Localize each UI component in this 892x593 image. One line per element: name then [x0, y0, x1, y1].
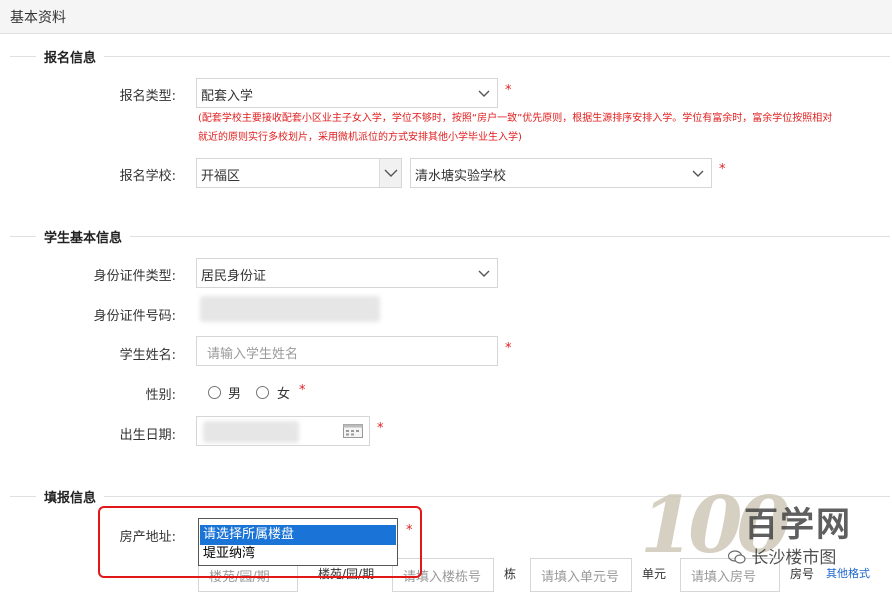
district-select[interactable]: 开福区: [196, 158, 402, 188]
id-number-redacted: [200, 296, 380, 322]
section-title-student: 学生基本信息: [36, 227, 131, 246]
required-mark: *: [719, 162, 726, 177]
watermark-caption-text: 长沙楼市图: [751, 548, 837, 568]
student-name-input[interactable]: 请输入学生姓名: [196, 336, 498, 366]
required-mark: *: [505, 83, 512, 98]
gender-female-label: 女: [277, 387, 291, 402]
watermark-logo-text: 百学网: [744, 505, 852, 545]
section-divider: [10, 56, 890, 57]
school-value: 清水塘实验学校: [415, 169, 507, 184]
gender-male-radio[interactable]: [208, 386, 221, 399]
gender-female-radio[interactable]: [256, 386, 269, 399]
watermark-caption: 长沙楼市图: [727, 543, 837, 568]
birth-date-redacted: [203, 421, 299, 443]
birth-date-input[interactable]: [196, 416, 370, 446]
registration-school-label: 报名学校:: [119, 169, 176, 184]
section-title-fill: 填报信息: [36, 487, 105, 506]
chevron-down-icon: [691, 166, 705, 180]
gender-label: 性别:: [145, 388, 176, 403]
chevron-down-icon: [379, 159, 401, 187]
registration-type-select[interactable]: 配套入学: [196, 78, 498, 108]
section-title-registration: 报名信息: [36, 47, 105, 66]
gender-male-label: 男: [228, 387, 242, 402]
id-number-label: 身份证件号码:: [93, 309, 176, 324]
highlight-annotation-box: [98, 506, 422, 578]
registration-type-value: 配套入学: [201, 89, 254, 104]
unit-number-input[interactable]: 请填入单元号: [530, 558, 632, 592]
window-titlebar: 基本资料: [0, 0, 892, 34]
id-type-label: 身份证件类型:: [93, 269, 176, 284]
chevron-down-icon: [477, 86, 491, 100]
school-select[interactable]: 清水塘实验学校: [410, 158, 712, 188]
id-type-value: 居民身份证: [201, 269, 267, 284]
required-mark: *: [299, 383, 306, 398]
building-number-unit: 栋: [504, 567, 517, 581]
student-name-placeholder: 请输入学生姓名: [207, 347, 299, 362]
student-name-label: 学生姓名:: [119, 348, 176, 363]
calendar-icon[interactable]: [343, 424, 363, 442]
unit-number-placeholder: 请填入单元号: [541, 570, 620, 585]
wechat-icon: [727, 549, 746, 564]
required-mark: *: [505, 341, 512, 356]
id-type-select[interactable]: 居民身份证: [196, 258, 498, 288]
district-value: 开福区: [201, 169, 241, 184]
section-divider: [10, 236, 890, 237]
window-title: 基本资料: [10, 10, 66, 26]
required-mark: *: [377, 421, 384, 436]
registration-note: (配套学校主要接收配套小区业主子女入学，学位不够时，按照“房户一致”优先原则，根…: [198, 113, 833, 143]
registration-type-label: 报名类型:: [119, 89, 176, 104]
chevron-down-icon: [477, 266, 491, 280]
birth-date-label: 出生日期:: [119, 428, 176, 443]
